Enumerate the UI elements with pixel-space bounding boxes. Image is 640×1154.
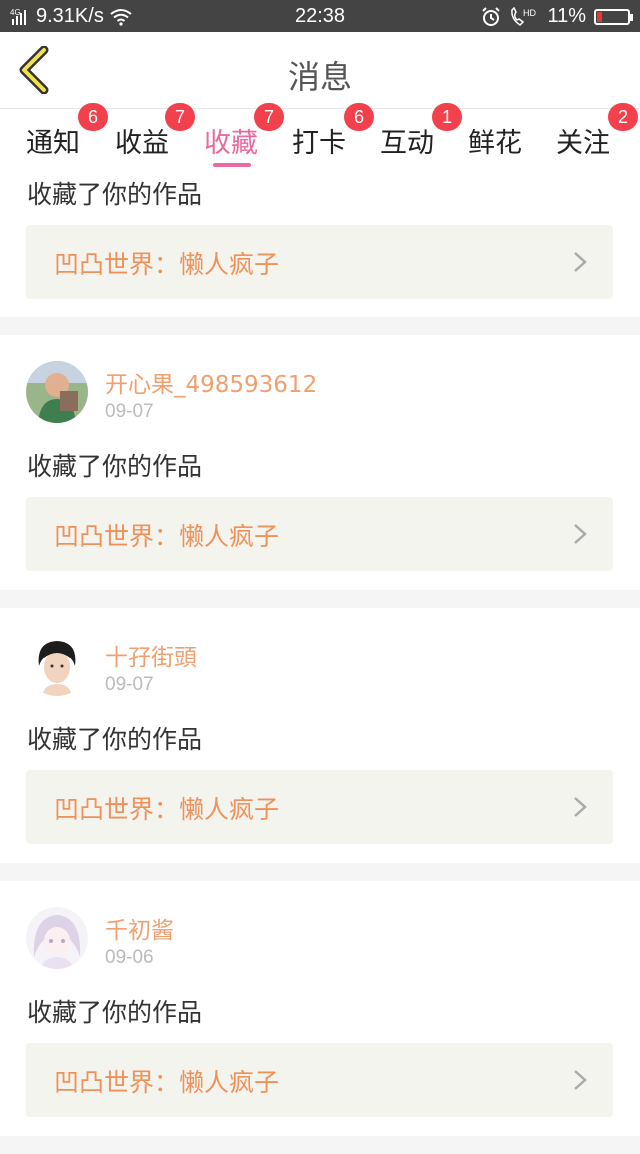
tab-favorites[interactable]: 收藏 7 [204,103,284,160]
unread-badge: 6 [344,103,374,131]
username[interactable]: 开心果_498593612 [105,365,317,399]
chevron-right-icon [574,252,587,272]
tab-checkin[interactable]: 打卡 6 [292,103,374,160]
page-title: 消息 [287,58,352,96]
unread-badge: 7 [165,103,195,131]
battery-icon [594,8,633,25]
unread-badge: 6 [78,103,108,131]
tab-label: 打卡 [292,128,346,159]
chevron-right-icon [574,1070,587,1090]
message-text: 收藏了你的作品 [27,452,203,481]
unread-badge: 2 [608,103,638,131]
unread-badge: 7 [254,103,284,131]
user-avatar-icon [26,907,88,969]
user-avatar-icon [26,634,88,696]
work-link[interactable]: 凹凸世界：懒人疯子 [26,225,613,299]
tab-label: 互动 [380,128,434,159]
work-link[interactable]: 凹凸世界：懒人疯子 [26,770,613,844]
tab-label: 通知 [26,128,80,159]
chevron-right-icon [574,797,587,817]
user-avatar-icon [26,361,88,423]
tab-label: 关注 [556,128,610,159]
message-date: 09-07 [105,674,154,695]
work-link[interactable]: 凹凸世界：懒人疯子 [26,497,613,571]
message-text: 收藏了你的作品 [27,180,203,209]
message-card: 收藏了你的作品 凹凸世界：懒人疯子 [0,171,640,317]
message-text: 收藏了你的作品 [27,725,203,754]
alarm-icon [482,6,501,26]
status-bar: 4G 9.31K/s 22:38 HD 11% [0,0,640,32]
active-tab-indicator [213,163,251,167]
avatar[interactable] [26,634,88,696]
tab-interactions[interactable]: 互动 1 [380,103,462,160]
tab-following[interactable]: 关注 2 [556,103,638,160]
nav-bar: 消息 [0,32,640,109]
work-title: 凹凸世界：懒人疯子 [54,522,280,551]
avatar[interactable] [26,361,88,423]
message-card: 千初酱 09-06 收藏了你的作品 凹凸世界：懒人疯子 [0,881,640,1136]
work-title: 凹凸世界：懒人疯子 [54,1068,280,1097]
svg-text:HD: HD [523,8,536,18]
message-date: 09-06 [105,947,154,968]
tab-label: 收藏 [204,128,258,159]
tab-label: 鲜花 [468,128,522,159]
tab-flowers[interactable]: 鲜花 [468,121,522,160]
tab-earnings[interactable]: 收益 7 [115,103,195,160]
message-text: 收藏了你的作品 [27,998,203,1027]
battery-percent: 11% [547,5,586,27]
work-title: 凹凸世界：懒人疯子 [54,795,280,824]
tab-notifications[interactable]: 通知 6 [26,103,108,160]
username[interactable]: 千初酱 [105,911,174,945]
work-link[interactable]: 凹凸世界：懒人疯子 [26,1043,613,1117]
chevron-right-icon [574,524,587,544]
message-card: 十孖街頭 09-07 收藏了你的作品 凹凸世界：懒人疯子 [0,608,640,863]
message-date: 09-07 [105,401,154,422]
username[interactable]: 十孖街頭 [105,638,197,672]
hd-call-icon: HD [511,6,537,26]
message-card: 开心果_498593612 09-07 收藏了你的作品 凹凸世界：懒人疯子 [0,335,640,590]
work-title: 凹凸世界：懒人疯子 [54,250,280,279]
unread-badge: 1 [432,103,462,131]
tab-bar: 通知 6 收益 7 收藏 7 打卡 6 互动 1 鲜花 关注 2 [0,103,640,171]
message-list: 收藏了你的作品 凹凸世界：懒人疯子 开心果_498593612 09-07 收藏… [0,171,640,1154]
avatar[interactable] [26,907,88,969]
tab-label: 收益 [115,128,169,159]
